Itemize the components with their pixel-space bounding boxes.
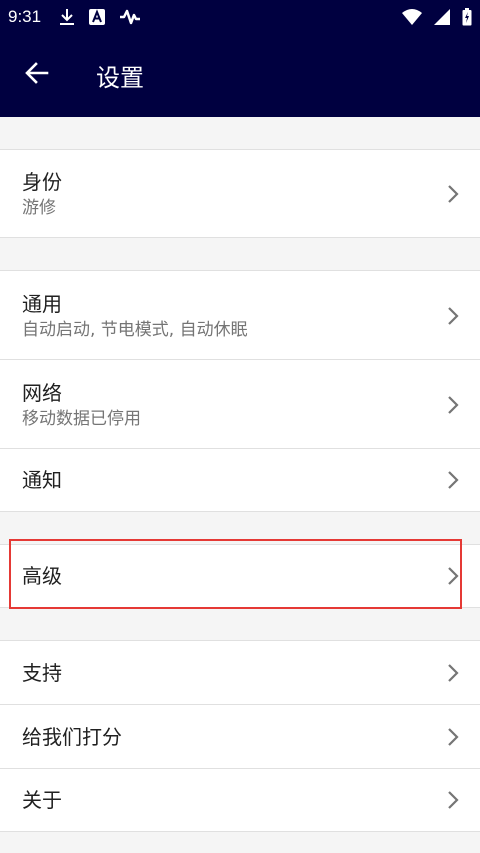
chevron-right-icon xyxy=(448,567,459,585)
chevron-right-icon xyxy=(448,471,459,489)
settings-item-title: 通知 xyxy=(22,468,62,492)
settings-item-subtitle: 游修 xyxy=(22,197,56,218)
back-button[interactable] xyxy=(0,33,74,117)
settings-item-title: 通用 xyxy=(22,291,62,316)
settings-item-title: 网络 xyxy=(22,380,62,405)
chevron-right-icon xyxy=(448,791,459,809)
arrow-back-icon xyxy=(25,61,49,89)
page-title: 设置 xyxy=(96,64,144,92)
settings-item-title: 身份 xyxy=(22,169,62,194)
status-time: 9:31 xyxy=(8,6,42,26)
settings-item-title: 高级 xyxy=(22,564,62,588)
wifi-icon xyxy=(402,8,422,25)
status-bar: 9:31 xyxy=(0,0,480,33)
chevron-right-icon xyxy=(448,306,459,325)
settings-item-title: 给我们打分 xyxy=(22,725,122,749)
battery-charging-icon xyxy=(462,7,472,26)
settings-item-rate[interactable]: 给我们打分 xyxy=(0,705,480,769)
app-bar: 设置 xyxy=(0,33,480,117)
settings-item-about[interactable]: 关于 xyxy=(0,769,480,832)
settings-item-subtitle: 自动启动, 节电模式, 自动休眠 xyxy=(22,319,248,340)
status-right-icons xyxy=(402,7,472,26)
settings-item-title: 关于 xyxy=(22,788,62,812)
chevron-right-icon xyxy=(448,395,459,414)
signal-activity-icon xyxy=(119,9,141,25)
chevron-right-icon xyxy=(448,728,459,746)
settings-item-advanced[interactable]: 高级 xyxy=(0,544,480,608)
status-left-icons xyxy=(59,8,141,26)
settings-item-identity[interactable]: 身份 游修 xyxy=(0,149,480,238)
settings-item-general[interactable]: 通用 自动启动, 节电模式, 自动休眠 xyxy=(0,270,480,360)
chevron-right-icon xyxy=(448,184,459,203)
a-badge-icon xyxy=(89,8,106,25)
download-icon xyxy=(59,8,75,26)
settings-item-support[interactable]: 支持 xyxy=(0,640,480,705)
settings-item-network[interactable]: 网络 移动数据已停用 xyxy=(0,360,480,449)
cell-signal-icon xyxy=(434,8,450,25)
chevron-right-icon xyxy=(448,664,459,682)
settings-item-title: 支持 xyxy=(22,661,62,685)
settings-item-subtitle: 移动数据已停用 xyxy=(22,408,141,429)
settings-item-notifications[interactable]: 通知 xyxy=(0,449,480,512)
